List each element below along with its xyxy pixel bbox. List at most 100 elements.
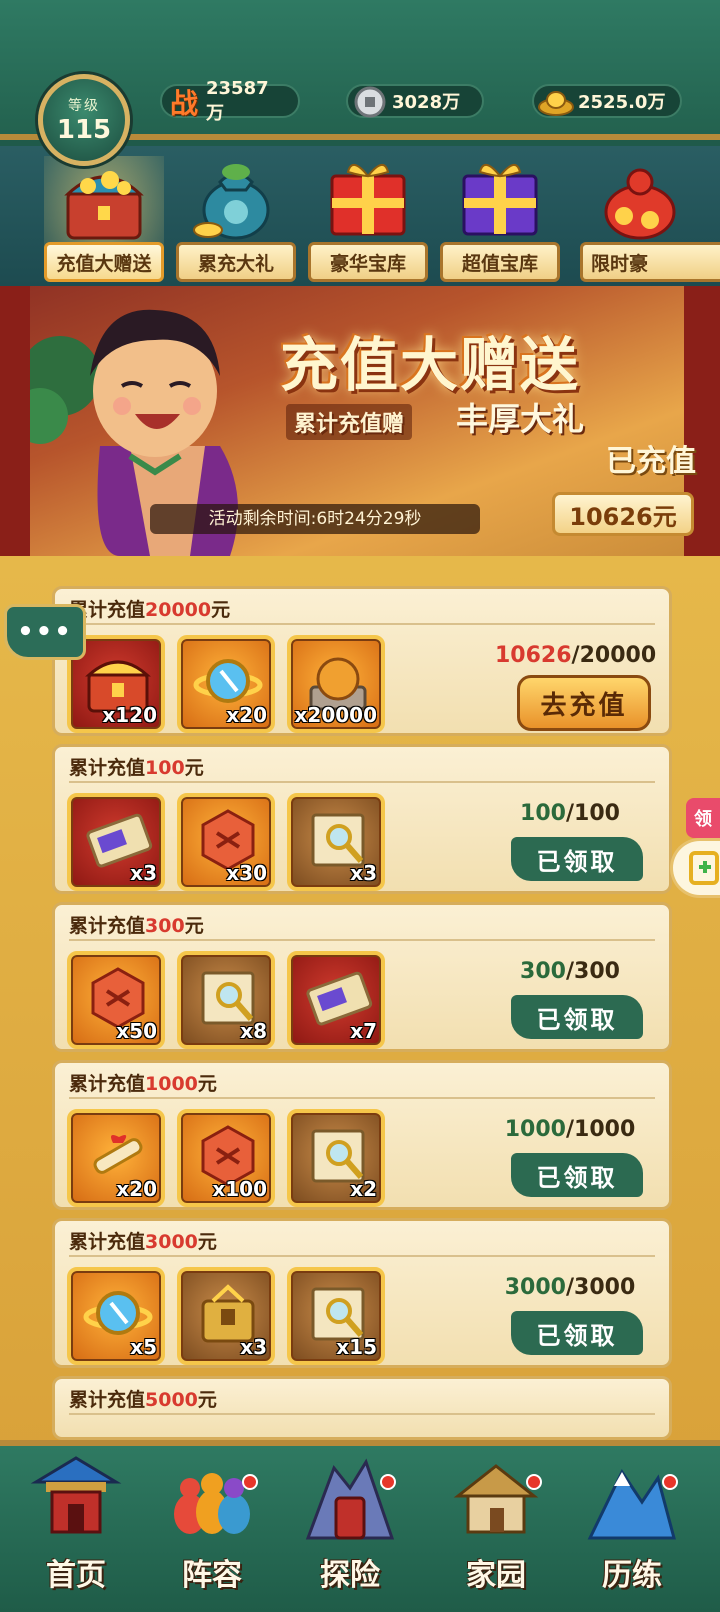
nav-lineup[interactable]: 阵容 [152,1452,272,1612]
reward-item[interactable]: x30 [177,793,275,891]
reward-item[interactable]: x50 [67,951,165,1049]
notification-dot [662,1474,678,1490]
cottage-icon [453,1464,539,1534]
silver-resource[interactable]: 3028万 [346,84,484,118]
lucky-bag-icon [604,168,676,240]
reward-tier-card: 累计充值20000元 x120 x20 x20000 10626/20000 去充值 [52,586,672,736]
tier-title-suffix: 元 [184,915,204,937]
tier-title: 累计充值100元 [69,753,204,780]
side-claim-tab[interactable]: 领 [686,798,720,838]
gold-resource[interactable]: 2525.0万 [532,84,682,118]
tier-divider [69,939,655,941]
reward-item[interactable]: x20 [177,635,275,733]
tier-progress: 1000/1000 [495,1117,645,1142]
tier-progress: 10626/20000 [495,643,656,668]
nav-training[interactable]: 历练 [572,1452,692,1612]
tier-title-suffix: 元 [197,1231,217,1253]
reward-item[interactable]: x5 [67,1267,165,1365]
money-bag-icon [193,164,270,240]
blue-mountain-icon [587,1468,676,1540]
nav-home[interactable]: 首页 [16,1452,136,1612]
tab-cumulative-gift[interactable]: 累充大礼 [176,156,296,282]
gift-box-icon [330,164,406,236]
nav-label: 历练 [602,1558,662,1593]
progress-total: /20000 [571,643,657,668]
nav-label: 家园 [466,1558,526,1593]
claimed-button[interactable]: 已领取 [511,1153,643,1197]
tab-label: 豪华宝库 [308,242,428,282]
tier-title-prefix: 累计充值 [69,1073,146,1095]
claimed-button[interactable]: 已领取 [511,995,643,1039]
tab-recharge-gift[interactable]: 充值大赠送 [44,156,164,282]
claimed-button[interactable]: 已领取 [511,1311,643,1355]
nav-label: 探险 [320,1558,380,1593]
reward-item[interactable]: x8 [177,951,275,1049]
banner-subtitle-right: 丰厚大礼 [456,400,585,438]
reward-item[interactable]: x20 [67,1109,165,1207]
reward-item[interactable]: x20000 [287,635,385,733]
tier-divider [69,781,655,783]
tier-divider [69,1255,655,1257]
event-tab-strip: 充值大赠送 累充大礼 豪华宝库 超值宝库 限时豪 [0,146,720,286]
tab-limited-luxury[interactable]: 限时豪 [580,156,720,282]
reward-quantity: x20000 [294,703,377,727]
tier-divider [69,623,655,625]
chat-dots-icon: ••• [17,617,73,647]
reward-quantity: x3 [130,861,157,885]
reward-item[interactable]: x3 [67,793,165,891]
bottom-navigation: 首页 阵容 探险 家园 历练 [0,1440,720,1612]
combat-power-icon: 战 [169,87,198,120]
tier-title-prefix: 累计充值 [69,915,146,937]
tier-title-suffix: 元 [197,1389,217,1411]
reward-item[interactable]: x3 [177,1267,275,1365]
level-number: 115 [56,115,112,145]
level-badge[interactable]: 等级 115 [38,74,130,166]
reward-quantity: x5 [130,1335,157,1359]
progress-total: /100 [565,801,620,826]
purple-gift-box-icon [462,164,538,236]
tier-title: 累计充值1000元 [69,1069,217,1096]
progress-total: /1000 [565,1117,636,1142]
gold-value: 2525.0万 [578,92,666,113]
progress-total: /3000 [565,1275,636,1300]
tier-title-suffix: 元 [211,599,231,621]
nav-label: 首页 [46,1558,106,1593]
tab-label: 限时豪 [580,242,720,282]
notification-dot [242,1474,258,1490]
tab-luxury-vault[interactable]: 豪华宝库 [308,156,428,282]
tier-title: 累计充值3000元 [69,1227,217,1254]
tier-title-prefix: 累计充值 [69,1389,146,1411]
chat-button[interactable]: ••• [4,604,86,660]
reward-item[interactable]: x3 [287,793,385,891]
reward-quantity: x2 [350,1177,377,1201]
tier-title-suffix: 元 [197,1073,217,1095]
progress-total: /300 [565,959,620,984]
claimed-button[interactable]: 已领取 [511,837,643,881]
reward-item[interactable]: x7 [287,951,385,1049]
tab-value-vault[interactable]: 超值宝库 [440,156,560,282]
nav-homeland[interactable]: 家园 [436,1452,556,1612]
reward-quantity: x50 [116,1019,157,1043]
side-gift-button[interactable] [670,838,720,898]
progress-current: 1000 [504,1117,566,1142]
tier-title: 累计充值20000元 [69,595,230,622]
reward-item[interactable]: x2 [287,1109,385,1207]
tier-amount: 100 [145,757,185,779]
combat-power-value: 23587万 [206,77,269,124]
notification-dot [380,1474,396,1490]
tier-title-prefix: 累计充值 [69,757,146,779]
tier-amount: 5000 [145,1389,198,1411]
nav-explore[interactable]: 探险 [290,1452,410,1612]
nav-label: 阵容 [182,1558,242,1593]
level-label: 等级 [68,98,100,114]
reward-quantity: x15 [336,1335,377,1359]
banner-title: 充值大赠送 [280,331,581,399]
reward-item[interactable]: x100 [177,1109,275,1207]
go-recharge-button[interactable]: 去充值 [517,675,651,731]
progress-current: 3000 [504,1275,566,1300]
tier-progress: 100/100 [495,801,645,826]
reward-item[interactable]: x15 [287,1267,385,1365]
reward-quantity: x8 [240,1019,267,1043]
tier-amount: 20000 [145,599,212,621]
reward-tier-card: 累计充值1000元 x20 x100 x2 1000/1000 已领取 [52,1060,672,1210]
